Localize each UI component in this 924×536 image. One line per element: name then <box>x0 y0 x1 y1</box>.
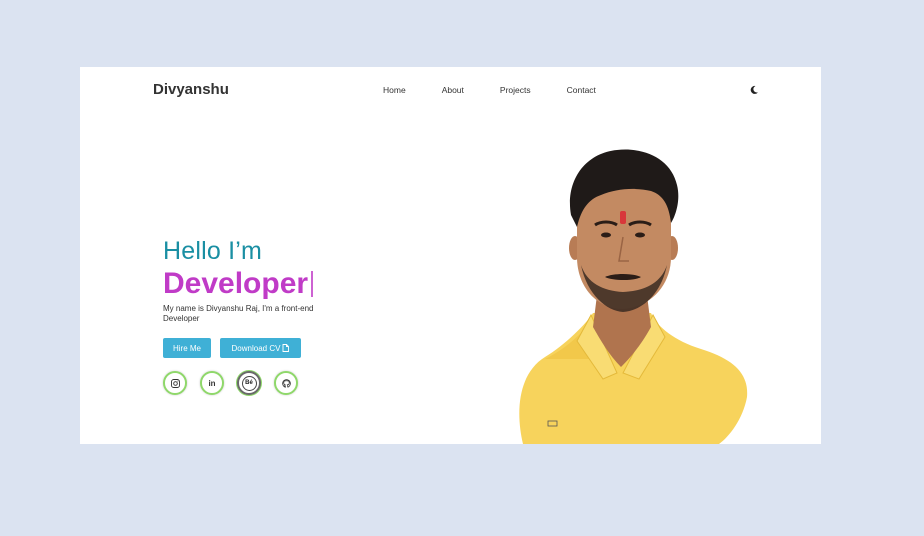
typing-cursor <box>311 271 314 297</box>
greeting-text: Hello I’m <box>163 237 263 265</box>
nav-home[interactable]: Home <box>383 85 406 95</box>
instagram-icon <box>170 378 180 388</box>
intro-text: My name is Divyanshu Raj, I'm a front-en… <box>163 304 314 323</box>
nav-about[interactable]: About <box>442 85 464 95</box>
behance-icon: Bé <box>241 375 257 391</box>
nav-contact[interactable]: Contact <box>567 85 596 95</box>
github-link[interactable] <box>274 371 298 395</box>
hire-me-button[interactable]: Hire Me <box>163 338 211 358</box>
site-logo[interactable]: Divyanshu <box>153 81 229 98</box>
download-cv-button[interactable]: Download CV <box>220 338 301 358</box>
hire-me-label: Hire Me <box>172 343 201 353</box>
download-cv-label: Download CV <box>231 343 281 353</box>
role-text: Developer <box>163 267 309 300</box>
main-nav: Home About Projects Contact <box>383 85 632 95</box>
portfolio-page: Divyanshu Home About Projects Contact He… <box>80 67 821 444</box>
nav-projects[interactable]: Projects <box>500 85 531 95</box>
behance-link[interactable]: Bé <box>237 371 261 395</box>
linkedin-link[interactable]: in <box>200 371 224 395</box>
profile-photo <box>519 149 748 444</box>
social-links: in Bé <box>163 371 311 395</box>
file-icon <box>283 344 290 352</box>
instagram-link[interactable] <box>163 371 187 395</box>
role-typing: Developer <box>163 267 314 301</box>
moon-icon[interactable] <box>749 82 759 94</box>
linkedin-icon: in <box>208 378 216 388</box>
github-icon <box>281 378 291 388</box>
hero-heading: Hello I’m Developer <box>163 237 314 301</box>
